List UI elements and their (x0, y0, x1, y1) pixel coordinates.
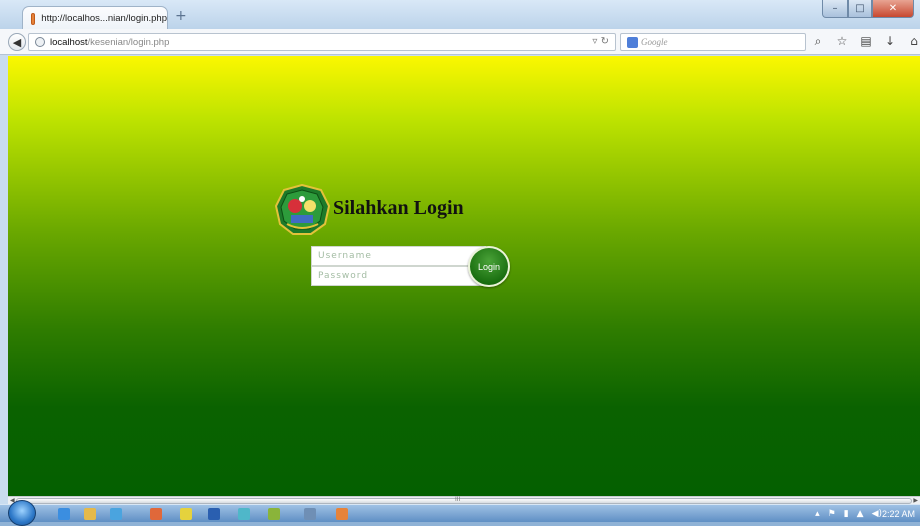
browser-tab[interactable]: http://localhos...nian/login.php (22, 6, 168, 30)
login-button[interactable]: Login (468, 246, 510, 287)
search-placeholder: Google (641, 37, 668, 47)
window-icon[interactable] (304, 508, 316, 520)
xampp-icon[interactable] (336, 508, 348, 520)
browser-window: http://localhos...nian/login.php + – □ ✕… (0, 0, 920, 526)
toolbar-icons: ⌕ ☆ ▤ ↓ ⌂ ≡ (812, 34, 920, 49)
site-identity-icon[interactable] (35, 37, 45, 47)
url-path: /kesenian/login.php (87, 36, 170, 48)
close-button[interactable]: ✕ (872, 0, 914, 18)
window-controls: – □ ✕ (822, 0, 914, 18)
media-player-icon[interactable] (110, 508, 122, 520)
login-form: Login (311, 246, 511, 287)
back-arrow-icon: ◀ (12, 35, 22, 49)
search-bar[interactable]: Google (620, 33, 806, 51)
scroll-right-icon[interactable]: ▶ (913, 497, 918, 504)
home-icon[interactable]: ⌂ (908, 34, 920, 49)
password-input[interactable] (311, 266, 486, 286)
dreamweaver-icon[interactable] (268, 508, 280, 520)
firefox-icon[interactable] (150, 508, 162, 520)
navigation-bar: ◀ localhost /kesenian/login.php ▿ ↻ Goog… (0, 29, 920, 55)
clock[interactable]: 2:22 AM (882, 509, 915, 519)
url-host: localhost (50, 36, 88, 48)
taskbar: ▴ ⚑ ▮ ▲ ◀) 2:22 AM (0, 500, 920, 526)
chrome-icon[interactable] (180, 508, 192, 520)
minimize-button[interactable]: – (822, 0, 848, 18)
battery-icon[interactable]: ▮ (844, 509, 849, 519)
scrollbar-grip: III (455, 496, 461, 503)
flag-icon[interactable]: ⚑ (828, 509, 836, 519)
network-icon[interactable]: ▲ (857, 509, 864, 519)
new-tab-button[interactable]: + (175, 8, 187, 24)
start-button[interactable] (8, 500, 36, 526)
emblem-logo (275, 184, 330, 235)
reload-icon[interactable]: ▿ ↻ (592, 36, 609, 47)
favicon-icon (31, 12, 36, 25)
back-button[interactable]: ◀ (8, 33, 26, 51)
show-hidden-icon[interactable]: ▴ (815, 509, 820, 519)
volume-icon[interactable]: ◀) (872, 509, 882, 519)
maximize-button[interactable]: □ (848, 0, 872, 18)
search-engine-icon[interactable] (627, 36, 638, 48)
tab-title: http://localhos...nian/login.php (41, 13, 167, 24)
app-icon[interactable] (238, 508, 250, 520)
system-tray: ▴ ⚑ ▮ ▲ ◀) (815, 509, 882, 519)
explorer-icon[interactable] (84, 508, 96, 520)
address-bar[interactable]: localhost /kesenian/login.php ▿ ↻ (28, 33, 616, 51)
bookmark-star-icon[interactable]: ☆ (836, 34, 848, 49)
page-title: Silahkan Login (333, 197, 464, 219)
bookmarks-menu-icon[interactable]: ▤ (860, 34, 872, 49)
username-input[interactable] (311, 246, 486, 266)
login-page: Silahkan Login Login (8, 56, 920, 496)
photoshop-icon[interactable] (208, 508, 220, 520)
ie-icon[interactable] (58, 508, 70, 520)
download-icon[interactable]: ↓ (884, 34, 896, 49)
search-icon[interactable]: ⌕ (812, 34, 824, 49)
horizontal-scrollbar[interactable]: ◀ III ▶ (8, 496, 920, 504)
tab-strip: http://localhos...nian/login.php + – □ ✕ (0, 0, 920, 30)
